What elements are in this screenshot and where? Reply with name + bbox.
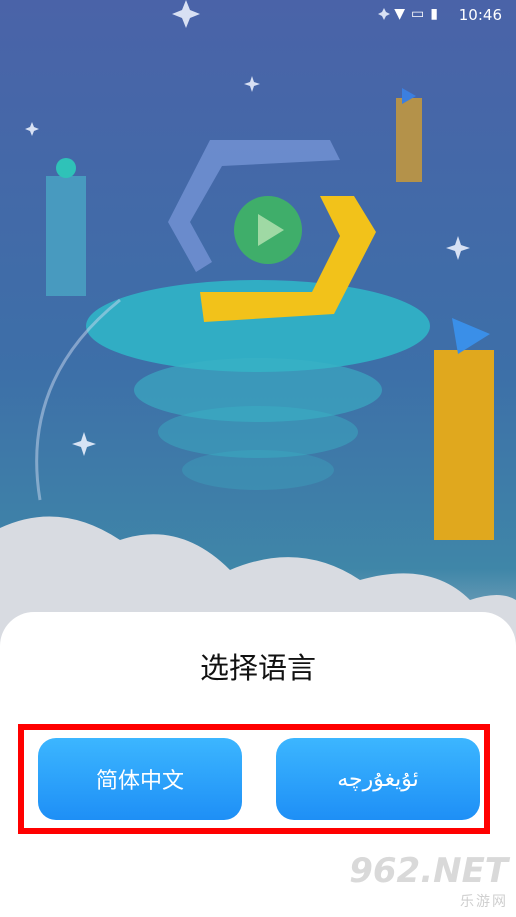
highlight-box xyxy=(18,724,490,834)
battery-icon: ▮ xyxy=(430,6,444,22)
sparkle-icon xyxy=(244,76,260,92)
status-bar: ▼▭▮ 10:46 xyxy=(0,0,516,30)
sparkle-icon xyxy=(25,122,39,136)
dialog-title: 选择语言 xyxy=(199,651,316,685)
watermark-brand: 962.NET xyxy=(349,851,508,891)
watermark: 962.NET 乐游网 xyxy=(349,851,508,911)
sparkle-icon xyxy=(72,432,96,456)
watermark-sub: 乐游网 xyxy=(460,894,508,910)
sparkle-icon xyxy=(446,236,470,260)
no-sim-icon: ▭ xyxy=(411,6,431,22)
wifi-icon: ▼ xyxy=(394,6,412,22)
status-time: 10:46 xyxy=(458,6,502,24)
